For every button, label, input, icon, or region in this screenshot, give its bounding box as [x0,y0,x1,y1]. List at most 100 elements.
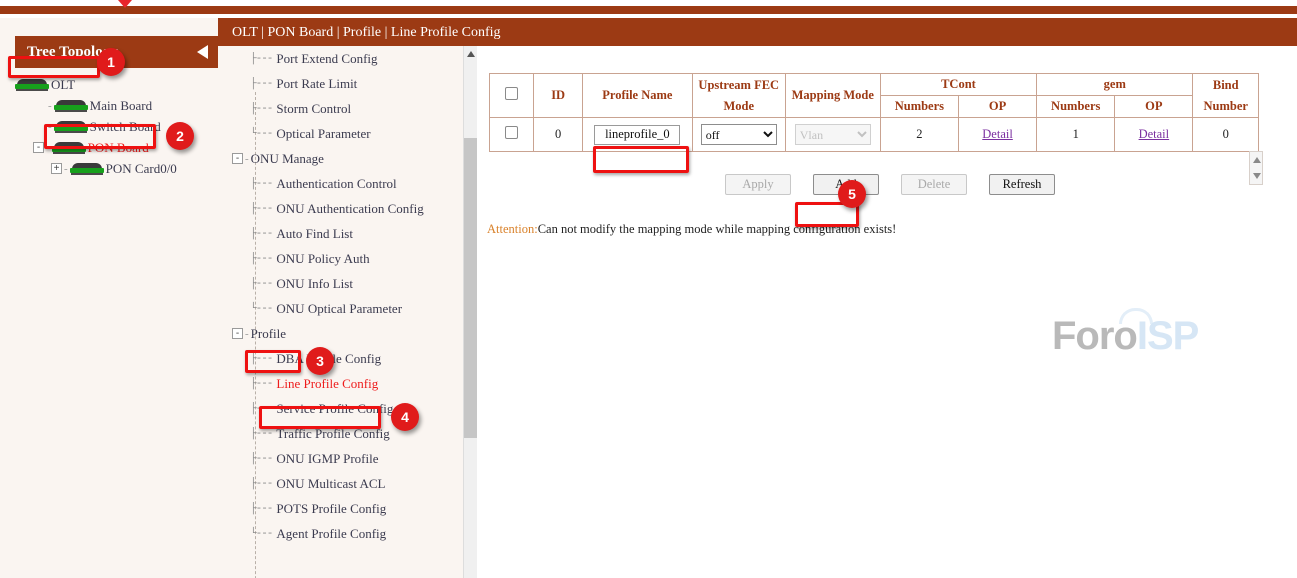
delete-button[interactable]: Delete [901,174,967,195]
nav-branch-icon: ├--- [250,278,276,290]
nav-item-port-extend-config[interactable]: ├---Port Extend Config [218,46,476,71]
nav-branch-icon: ├--- [250,203,276,215]
nav-item-traffic-profile-config[interactable]: ├---Traffic Profile Config [218,421,476,446]
tree-node-pon-card0-0[interactable]: +-PON Card0/0 [15,158,218,179]
scrollbar-thumb[interactable] [464,138,478,438]
collapse-icon[interactable]: - [232,328,243,339]
nav-item-dba-profile-config[interactable]: ├---DBA Profile Config [218,346,476,371]
tree-connector: - [44,142,52,154]
nav-branch-icon: ├--- [250,103,276,115]
collapse-icon[interactable]: - [232,153,243,164]
watermark: ForoISP [1052,314,1198,359]
tree-node-label: Switch Board [88,119,161,135]
row-scroll-up-icon[interactable] [1253,157,1261,163]
nav-item-label: Auto Find List [276,226,353,242]
nav-item-label: Agent Profile Config [276,526,386,542]
annotation-badge-4: 4 [391,403,419,431]
expand-icon[interactable]: + [51,163,62,174]
nav-item-line-profile-config[interactable]: ├---Line Profile Config [218,371,476,396]
nav-item-label: ONU Manage [251,151,324,167]
tcont-detail-link[interactable]: Detail [982,127,1013,141]
nav-item-profile[interactable]: --Profile [218,321,476,346]
bind-number-header: Bind Number [1193,74,1259,118]
gem-op-header: OP [1115,96,1193,118]
gem-numbers-cell: 1 [1037,118,1115,152]
nav-item-label: Port Rate Limit [276,76,357,92]
upstream-fec-mode-line2: Mode [694,99,784,114]
upstream-fec-mode-select[interactable]: off [701,124,777,145]
nav-item-pots-profile-config[interactable]: ├---POTS Profile Config [218,496,476,521]
nav-item-onu-optical-parameter[interactable]: └---ONU Optical Parameter [218,296,476,321]
select-all-checkbox[interactable] [505,87,518,100]
id-header: ID [534,74,583,118]
nav-branch-icon: └--- [250,528,276,540]
nav-item-port-rate-limit[interactable]: ├---Port Rate Limit [218,71,476,96]
collapse-icon[interactable]: - [33,142,44,153]
nav-connector: - [243,153,251,165]
tcont-numbers-cell: 2 [880,118,958,152]
nav-connector: - [243,328,251,340]
annotation-badge-1: 1 [97,48,125,76]
row-id-cell: 0 [534,118,583,152]
gem-detail-link[interactable]: Detail [1139,127,1170,141]
refresh-button[interactable]: Refresh [989,174,1055,195]
gem-op-cell: Detail [1115,118,1193,152]
nav-item-storm-control[interactable]: ├---Storm Control [218,96,476,121]
mapping-mode-cell: Vlan [785,118,880,152]
gem-header: gem [1037,74,1193,96]
nav-item-agent-profile-config[interactable]: └---Agent Profile Config [218,521,476,546]
nav-item-label: Traffic Profile Config [276,426,389,442]
nav-branch-icon: ├--- [250,178,276,190]
nav-item-label: Port Extend Config [276,51,377,67]
tree-node-main-board[interactable]: -Main Board [15,95,218,116]
select-all-header [490,74,534,118]
nav-item-label: ONU IGMP Profile [276,451,378,467]
tree-connector: - [62,163,70,175]
annotation-badge-5: 5 [838,180,866,208]
top-pointer-icon [118,0,132,8]
nav-item-label: POTS Profile Config [276,501,386,517]
profile-name-input[interactable] [594,125,680,145]
watermark-part1: Foro [1052,314,1137,358]
nav-item-label: Line Profile Config [276,376,378,392]
nav-tree-panel: ├---Port Extend Config├---Port Rate Limi… [218,46,476,578]
nav-branch-icon: ├--- [250,353,276,365]
nav-item-service-profile-config[interactable]: ├---Service Profile Config [218,396,476,421]
nav-branch-icon: └--- [250,128,276,140]
nav-item-onu-policy-auth[interactable]: ├---ONU Policy Auth [218,246,476,271]
nav-item-optical-parameter[interactable]: └---Optical Parameter [218,121,476,146]
top-accent-bar [0,6,1297,14]
nav-item-onu-manage[interactable]: --ONU Manage [218,146,476,171]
nav-item-label: Profile [251,326,286,342]
profile-name-cell [582,118,692,152]
nav-item-authentication-control[interactable]: ├---Authentication Control [218,171,476,196]
nav-scrollbar[interactable] [463,46,477,578]
breadcrumb: OLT | PON Board | Profile | Line Profile… [218,18,1297,48]
scroll-up-arrow-icon[interactable] [467,51,475,57]
nav-item-onu-igmp-profile[interactable]: ├---ONU IGMP Profile [218,446,476,471]
nav-branch-icon: ├--- [250,478,276,490]
row-checkbox[interactable] [505,126,518,139]
tree-node-olt[interactable]: OLT [15,74,218,95]
bind-number-line2: Number [1194,99,1257,114]
nav-item-onu-multicast-acl[interactable]: ├---ONU Multicast ACL [218,471,476,496]
nav-item-label: Storm Control [276,101,351,117]
device-icon [54,100,88,111]
mapping-mode-select[interactable]: Vlan [795,124,871,145]
nav-branch-icon: └--- [250,303,276,315]
nav-item-onu-authentication-config[interactable]: ├---ONU Authentication Config [218,196,476,221]
nav-branch-icon: ├--- [250,53,276,65]
nav-branch-icon: ├--- [250,78,276,90]
app-root: Tree Topology OLT-Main Board-Switch Boar… [0,0,1297,578]
upstream-fec-mode-line1: Upstream FEC [694,78,784,93]
tree-connector: - [46,100,54,112]
attention-label: Attention: [487,222,538,236]
attention-message: Can not modify the mapping mode while ma… [538,222,897,236]
nav-item-onu-info-list[interactable]: ├---ONU Info List [218,271,476,296]
nav-item-label: ONU Optical Parameter [276,301,402,317]
left-triangle-icon[interactable] [197,45,208,59]
action-button-row: Apply Add Delete Refresh [489,174,1261,195]
nav-item-auto-find-list[interactable]: ├---Auto Find List [218,221,476,246]
tcont-numbers-header: Numbers [880,96,958,118]
apply-button[interactable]: Apply [725,174,791,195]
